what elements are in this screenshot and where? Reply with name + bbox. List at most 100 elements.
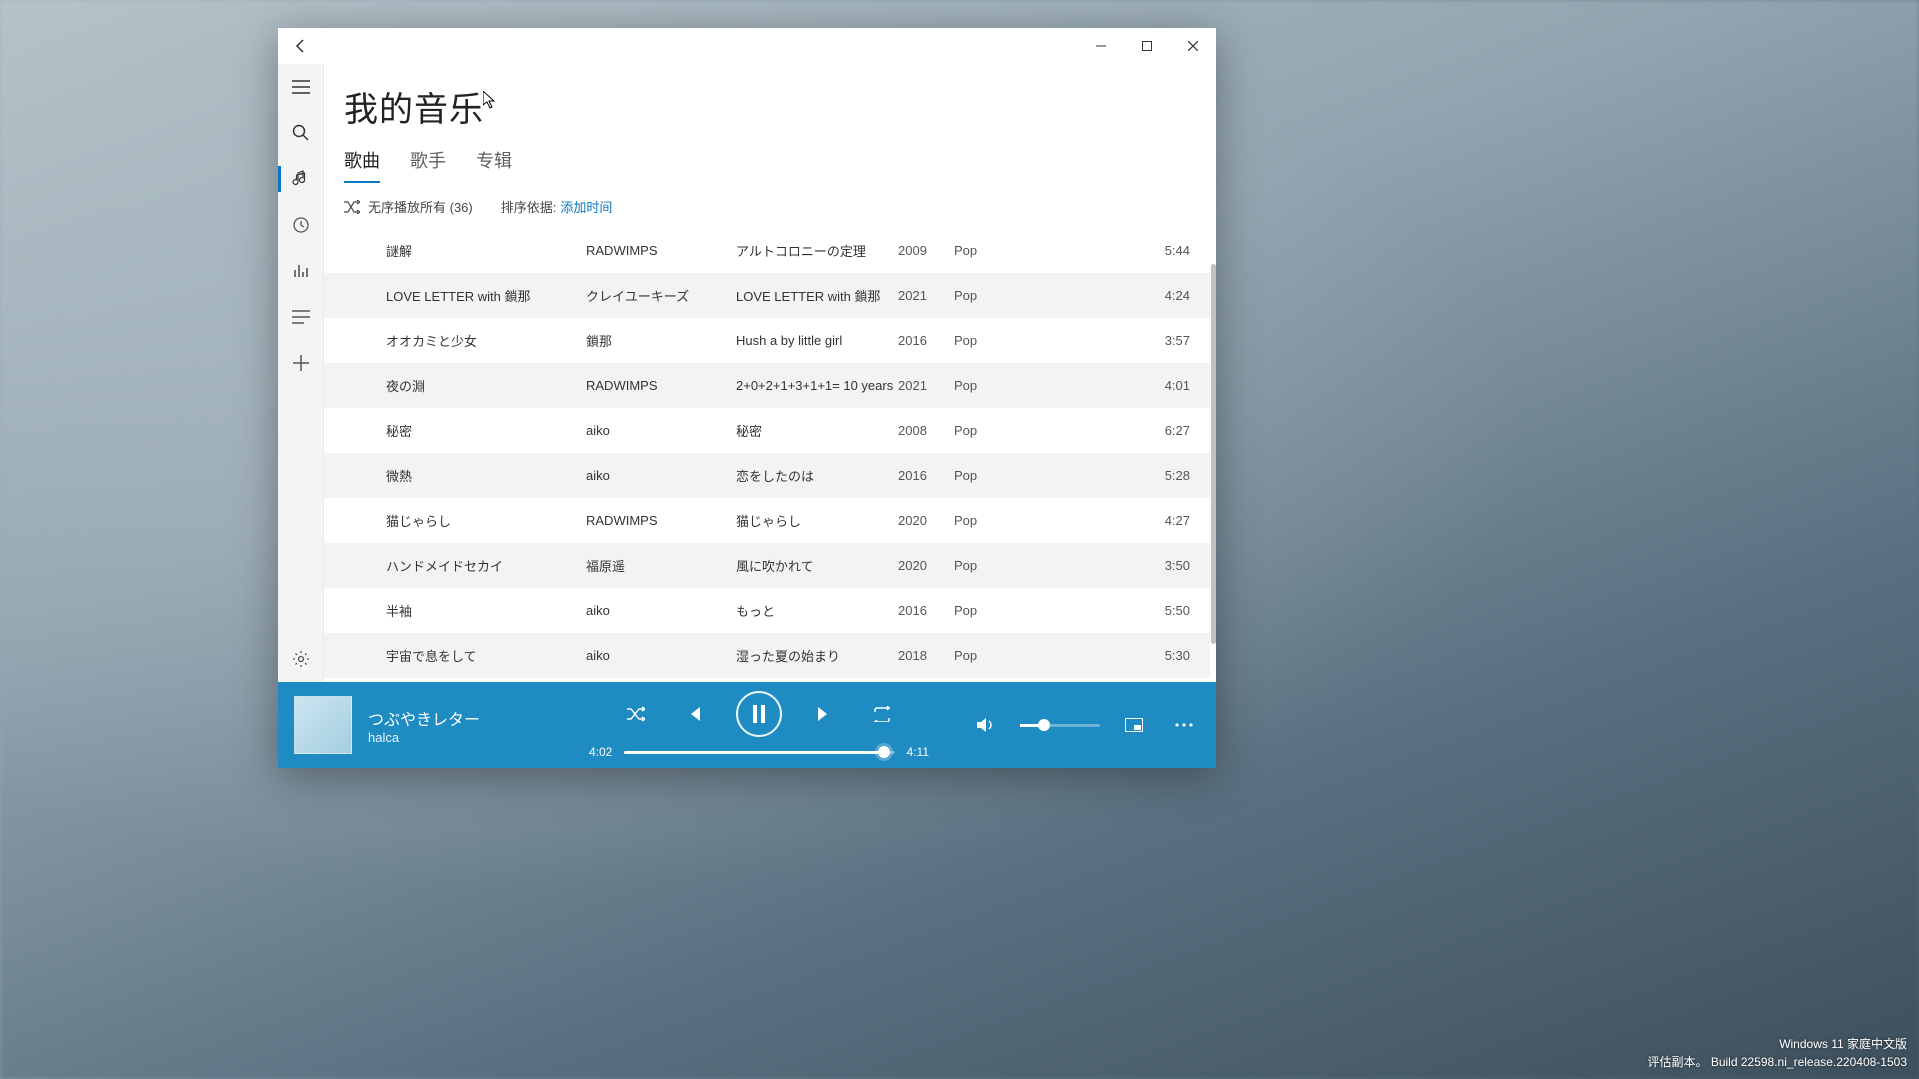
song-year: 2008 xyxy=(898,423,954,438)
minimize-button[interactable] xyxy=(1078,28,1124,64)
song-album: LOVE LETTER with 鎖那 xyxy=(736,286,898,305)
main-content: 我的音乐 歌曲 歌手 专辑 无序播放所有 (36) 排序依据: 添加时间 謎解R… xyxy=(324,64,1216,682)
minimize-icon xyxy=(1096,41,1106,51)
progress-bar[interactable] xyxy=(624,751,894,754)
sidebar-item-my-music[interactable] xyxy=(278,156,324,202)
song-duration: 5:50 xyxy=(1034,603,1196,618)
next-button[interactable] xyxy=(808,698,840,730)
tab-songs[interactable]: 歌曲 xyxy=(344,141,380,183)
song-artist: RADWIMPS xyxy=(586,378,736,393)
song-artist: 福原遥 xyxy=(586,556,736,575)
sidebar-item-now-playing[interactable] xyxy=(278,248,324,294)
close-button[interactable] xyxy=(1170,28,1216,64)
shuffle-button[interactable] xyxy=(620,698,652,730)
groove-music-window: 我的音乐 歌曲 歌手 专辑 无序播放所有 (36) 排序依据: 添加时间 謎解R… xyxy=(278,28,1216,768)
more-button[interactable] xyxy=(1168,709,1200,741)
watermark-line-2: 评估副本。 Build 22598.ni_release.220408-1503 xyxy=(1648,1053,1908,1071)
volume-knob[interactable] xyxy=(1038,719,1050,731)
tab-albums[interactable]: 专辑 xyxy=(476,141,512,183)
song-title: 夜の淵 xyxy=(386,376,586,395)
shuffle-all-label: 无序播放所有 (36) xyxy=(368,197,473,216)
song-title: 宇宙で息をして xyxy=(386,646,586,665)
song-genre: Pop xyxy=(954,288,1034,303)
song-duration: 3:50 xyxy=(1034,558,1196,573)
volume-icon xyxy=(977,717,995,733)
repeat-button[interactable] xyxy=(866,698,898,730)
song-row[interactable]: 秘密aiko秘密2008Pop6:27 xyxy=(324,408,1210,453)
sidebar-item-recent[interactable] xyxy=(278,202,324,248)
sidebar-item-add[interactable] xyxy=(278,340,324,386)
progress-knob[interactable] xyxy=(878,746,890,758)
song-list[interactable]: 謎解RADWIMPSアルトコロニーの定理2009Pop5:44LOVE LETT… xyxy=(324,228,1216,682)
song-title: 微熱 xyxy=(386,466,586,485)
total-time: 4:11 xyxy=(907,745,929,759)
song-album: Hush a by little girl xyxy=(736,333,898,348)
song-title: オオカミと少女 xyxy=(386,331,586,350)
song-genre: Pop xyxy=(954,468,1034,483)
hamburger-button[interactable] xyxy=(278,64,324,110)
volume-button[interactable] xyxy=(970,709,1002,741)
song-year: 2018 xyxy=(898,648,954,663)
sort-control[interactable]: 排序依据: 添加时间 xyxy=(501,197,613,216)
repeat-icon xyxy=(872,706,892,722)
song-title: ハンドメイドセカイ xyxy=(386,556,586,575)
song-artist: RADWIMPS xyxy=(586,243,736,258)
shuffle-icon xyxy=(627,706,645,722)
plus-icon xyxy=(293,355,309,371)
song-duration: 4:01 xyxy=(1034,378,1196,393)
volume-slider[interactable] xyxy=(1020,724,1100,727)
song-row[interactable]: オオカミと少女鎖那Hush a by little girl2016Pop3:5… xyxy=(324,318,1210,363)
tab-artists[interactable]: 歌手 xyxy=(410,141,446,183)
now-playing-artist: halca xyxy=(368,730,548,745)
song-year: 2020 xyxy=(898,558,954,573)
sort-value[interactable]: 添加时间 xyxy=(560,197,612,216)
progress-fill xyxy=(624,751,883,754)
album-art[interactable] xyxy=(294,696,352,754)
song-duration: 6:27 xyxy=(1034,423,1196,438)
sidebar-item-settings[interactable] xyxy=(278,636,324,682)
song-year: 2021 xyxy=(898,288,954,303)
titlebar[interactable] xyxy=(278,28,1216,64)
arrow-left-icon xyxy=(293,38,309,54)
song-row[interactable]: ハンドメイドセカイ福原遥風に吹かれて2020Pop3:50 xyxy=(324,543,1210,588)
maximize-button[interactable] xyxy=(1124,28,1170,64)
previous-button[interactable] xyxy=(678,698,710,730)
song-row[interactable]: 夜の淵RADWIMPS2+0+2+1+3+1+1= 10 years2021Po… xyxy=(324,363,1210,408)
track-info[interactable]: つぶやきレター halca xyxy=(368,706,548,745)
skip-next-icon xyxy=(815,705,833,723)
miniplayer-button[interactable] xyxy=(1118,709,1150,741)
back-button[interactable] xyxy=(278,28,324,64)
song-row[interactable]: 猫じゃらしRADWIMPS猫じゃらし2020Pop4:27 xyxy=(324,498,1210,543)
song-genre: Pop xyxy=(954,558,1034,573)
play-pause-button[interactable] xyxy=(736,691,782,737)
song-title: 秘密 xyxy=(386,421,586,440)
song-duration: 5:28 xyxy=(1034,468,1196,483)
song-year: 2020 xyxy=(898,513,954,528)
playlist-icon xyxy=(292,310,310,324)
song-row[interactable]: 宇宙で息をしてaiko湿った夏の始まり2018Pop5:30 xyxy=(324,633,1210,678)
song-row[interactable]: 謎解RADWIMPSアルトコロニーの定理2009Pop5:44 xyxy=(324,228,1210,273)
song-album: もっと xyxy=(736,601,898,620)
song-row[interactable]: 微熱aiko恋をしたのは2016Pop5:28 xyxy=(324,453,1210,498)
miniplayer-icon xyxy=(1125,718,1143,732)
sidebar-item-playlists[interactable] xyxy=(278,294,324,340)
song-album: アルトコロニーの定理 xyxy=(736,241,898,260)
song-artist: aiko xyxy=(586,603,736,618)
song-duration: 3:57 xyxy=(1034,333,1196,348)
elapsed-time: 4:02 xyxy=(589,745,612,759)
song-year: 2021 xyxy=(898,378,954,393)
song-album: 2+0+2+1+3+1+1= 10 years xyxy=(736,378,898,393)
song-genre: Pop xyxy=(954,423,1034,438)
hamburger-icon xyxy=(292,80,310,94)
song-genre: Pop xyxy=(954,243,1034,258)
song-row[interactable]: LOVE LETTER with 鎖那クレイユーキーズLOVE LETTER w… xyxy=(324,273,1210,318)
scrollbar-thumb[interactable] xyxy=(1211,264,1216,644)
song-row[interactable]: 半袖aikoもっと2016Pop5:50 xyxy=(324,588,1210,633)
maximize-icon xyxy=(1142,41,1152,51)
song-duration: 4:27 xyxy=(1034,513,1196,528)
search-button[interactable] xyxy=(278,110,324,156)
gear-icon xyxy=(292,650,310,668)
player-right-controls xyxy=(970,709,1200,741)
shuffle-all-button[interactable]: 无序播放所有 (36) xyxy=(344,197,473,216)
song-year: 2016 xyxy=(898,333,954,348)
